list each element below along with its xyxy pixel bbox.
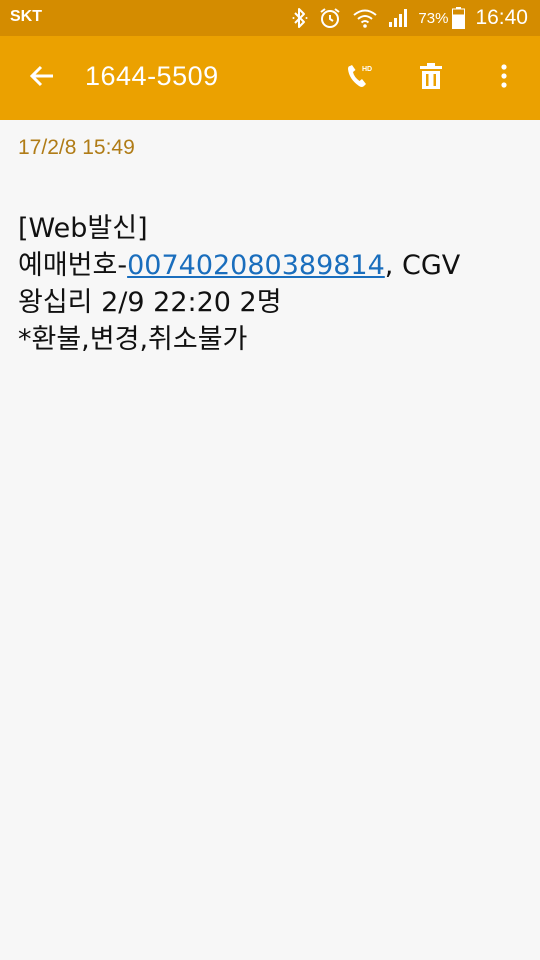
status-bar: SKT 73% 16:40 (0, 0, 540, 36)
conversation-title: 1644-5509 (85, 61, 219, 91)
status-clock: 16:40 (475, 6, 528, 29)
status-icons: 73% 16:40 (282, 0, 528, 36)
message-line-header: [Web발신] (18, 213, 148, 244)
bluetooth-icon (292, 7, 308, 29)
message-timestamp: 17/2/8 15:49 (18, 136, 135, 159)
delete-button[interactable] (409, 56, 453, 100)
sms-detail-screen: SKT 73% 16:40 1644-5509 HD 17/2/8 15:49 … (0, 0, 540, 960)
hd-call-icon: HD (345, 62, 373, 94)
more-options-button[interactable] (482, 56, 526, 100)
alarm-icon (318, 6, 342, 30)
back-arrow-icon (29, 64, 55, 92)
signal-icon (388, 8, 410, 28)
svg-text:HD: HD (362, 66, 372, 73)
message-line-booking: 예매번호-007402080389814, CGV (18, 247, 518, 284)
more-vertical-icon (500, 63, 508, 93)
app-bar: 1644-5509 HD (0, 36, 540, 120)
trash-icon (419, 62, 443, 94)
booking-number-link[interactable]: 007402080389814 (127, 250, 385, 281)
battery-icon (452, 7, 466, 29)
message-line-showtime: 왕십리 2/9 22:20 2명 (18, 287, 282, 318)
cinema-brand: , CGV (384, 250, 461, 281)
call-button[interactable]: HD (337, 56, 381, 100)
carrier-label: SKT (10, 8, 42, 25)
message-line-policy: *환불,변경,취소불가 (18, 324, 248, 355)
battery-percent: 73% (418, 9, 449, 27)
wifi-icon (352, 7, 378, 29)
message-body[interactable]: [Web발신] 예매번호-007402080389814, CGV 왕십리 2/… (18, 210, 518, 358)
back-button[interactable] (22, 58, 62, 98)
booking-number-label: 예매번호- (18, 250, 128, 281)
